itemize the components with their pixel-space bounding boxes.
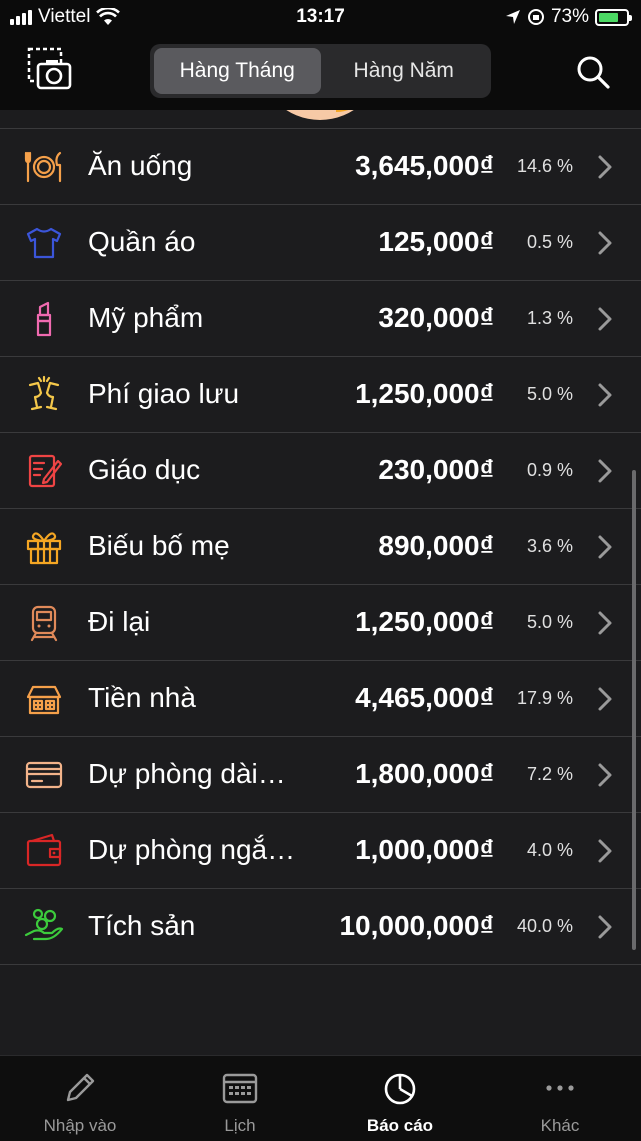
category-name: Dự phòng dài…: [88, 758, 286, 789]
category-percent: 5.0 %: [526, 612, 573, 632]
category-percent: 14.6 %: [516, 156, 573, 176]
category-amount: 1,000,000₫: [355, 834, 494, 865]
category-percent: 5.0 %: [526, 384, 573, 404]
category-row[interactable]: Tiền nhà 4,465,000₫ 17.9 %: [0, 661, 641, 737]
chevron-right-icon: [598, 231, 612, 255]
tab-input[interactable]: Nhập vào: [0, 1056, 160, 1141]
wallet-icon: [26, 833, 62, 867]
tshirt-icon: [26, 227, 62, 259]
tab-calendar[interactable]: Lịch: [160, 1056, 320, 1141]
category-name: Biếu bố mẹ: [88, 530, 230, 561]
lipstick-icon: [36, 301, 52, 337]
chevron-right-icon: [598, 763, 612, 787]
category-row[interactable]: Giáo dục 230,000₫ 0.9 %: [0, 433, 641, 509]
pie-chart-peek: [0, 110, 641, 128]
savings-icon: [24, 908, 64, 941]
category-amount: 890,000₫: [378, 530, 494, 561]
category-name: Dự phòng ngắ…: [88, 834, 296, 865]
category-amount: 10,000,000₫: [339, 910, 494, 941]
chevron-right-icon: [598, 307, 612, 331]
battery-icon: [595, 8, 632, 26]
category-percent: 17.9 %: [516, 688, 573, 708]
status-right: 73%: [505, 6, 632, 28]
education-icon: [28, 454, 63, 488]
category-amount: 3,645,000₫: [355, 150, 494, 181]
calendar-icon: [222, 1073, 258, 1104]
tab-label: Nhập vào: [43, 1116, 117, 1135]
segment-monthly[interactable]: Hàng Tháng: [154, 48, 321, 94]
train-icon: [30, 605, 58, 642]
period-segmented-control: Hàng Tháng Hàng Năm: [150, 44, 491, 98]
status-bar: Viettel 13:17 73%: [0, 0, 641, 36]
category-amount: 1,250,000₫: [355, 606, 494, 637]
battery-percent: 73%: [550, 6, 589, 27]
pie-chart-icon: [384, 1073, 416, 1105]
category-percent: 0.5 %: [526, 232, 573, 252]
category-row[interactable]: Biếu bố mẹ 890,000₫ 3.6 %: [0, 509, 641, 585]
header: Hàng Tháng Hàng Năm: [0, 36, 641, 110]
scrollbar[interactable]: [632, 470, 636, 950]
category-percent: 40.0 %: [516, 916, 573, 936]
chevron-right-icon: [598, 535, 612, 559]
category-percent: 1.3 %: [526, 308, 573, 328]
category-name: Giáo dục: [88, 454, 201, 485]
category-name: Mỹ phẩm: [88, 302, 204, 333]
segment-yearly[interactable]: Hàng Năm: [321, 48, 488, 94]
category-name: Tiền nhà: [88, 682, 196, 713]
category-percent: 3.6 %: [526, 536, 573, 556]
chevron-right-icon: [598, 839, 612, 863]
category-percent: 0.9 %: [526, 460, 573, 480]
category-row[interactable]: Ăn uống 3,645,000₫ 14.6 %: [0, 129, 641, 205]
category-row[interactable]: Quần áo 125,000₫ 0.5 %: [0, 205, 641, 281]
camera-scan-icon[interactable]: [26, 46, 72, 92]
chevron-right-icon: [598, 687, 612, 711]
tab-bar: Nhập vào Lịch Báo cáo Khác: [0, 1055, 641, 1141]
house-icon: [26, 685, 62, 715]
category-row[interactable]: Mỹ phẩm 320,000₫ 1.3 %: [0, 281, 641, 357]
category-row[interactable]: Dự phòng ngắ… 1,000,000₫ 4.0 %: [0, 813, 641, 889]
category-row[interactable]: Dự phòng dài… 1,800,000₫ 7.2 %: [0, 737, 641, 813]
more-icon: [546, 1085, 574, 1091]
chevron-right-icon: [598, 383, 612, 407]
category-name: Ăn uống: [88, 150, 193, 181]
category-amount: 125,000₫: [378, 226, 494, 257]
orientation-lock-icon: [527, 9, 544, 25]
category-row[interactable]: Tích sản 10,000,000₫ 40.0 %: [0, 889, 641, 965]
dining-icon: [24, 151, 62, 183]
cheers-icon: [28, 375, 60, 411]
tab-label: Báo cáo: [366, 1116, 434, 1135]
tab-label: Lịch: [224, 1116, 256, 1135]
category-amount: 4,465,000₫: [355, 682, 494, 713]
category-percent: 4.0 %: [526, 840, 573, 860]
category-name: Quần áo: [88, 226, 196, 257]
chevron-right-icon: [598, 459, 612, 483]
pencil-icon: [66, 1073, 95, 1102]
category-name: Đi lại: [88, 606, 151, 637]
gift-icon: [26, 532, 62, 565]
category-name: Tích sản: [88, 910, 196, 941]
tab-label: Khác: [540, 1116, 580, 1135]
category-name: Phí giao lưu: [88, 378, 240, 409]
card-icon: [25, 761, 63, 789]
category-percent: 7.2 %: [526, 764, 573, 784]
location-icon: [505, 10, 520, 24]
search-icon[interactable]: [575, 54, 611, 90]
category-row[interactable]: Phí giao lưu 1,250,000₫ 5.0 %: [0, 357, 641, 433]
category-amount: 1,800,000₫: [355, 758, 494, 789]
tab-report[interactable]: Báo cáo: [320, 1056, 480, 1141]
category-row[interactable]: Đi lại 1,250,000₫ 5.0 %: [0, 585, 641, 661]
chevron-right-icon: [598, 611, 612, 635]
tab-more[interactable]: Khác: [480, 1056, 640, 1141]
chevron-right-icon: [598, 915, 612, 939]
chevron-right-icon: [598, 155, 612, 179]
category-amount: 320,000₫: [378, 302, 494, 333]
category-amount: 230,000₫: [378, 454, 494, 485]
category-list: Ăn uống 3,645,000₫ 14.6 % Quần áo 125,000₫ 0.…: [0, 129, 641, 965]
category-amount: 1,250,000₫: [355, 378, 494, 409]
